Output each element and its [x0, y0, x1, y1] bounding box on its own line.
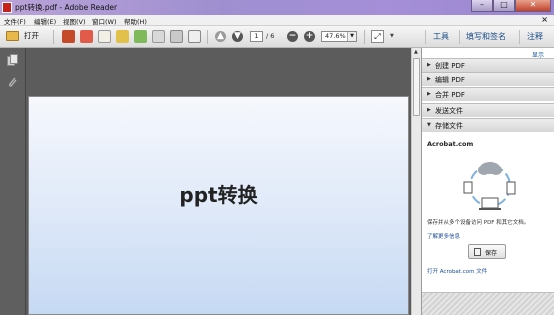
scroll-thumb[interactable]	[413, 58, 420, 116]
menu-help[interactable]: 帮助(H)	[124, 16, 147, 26]
close-button[interactable]: ✕	[515, 0, 551, 12]
document-close-icon[interactable]: ×	[541, 15, 548, 24]
upload-cloud-icon[interactable]	[134, 30, 147, 43]
pdf-page: ppt转换	[28, 96, 409, 315]
open-button[interactable]: 打开	[6, 30, 39, 41]
page-total: / 6	[266, 32, 275, 40]
navigation-pane	[0, 48, 26, 315]
chevron-right-icon: ▶	[427, 91, 431, 97]
folder-open-icon	[6, 30, 19, 41]
attachment-icon[interactable]	[7, 76, 18, 88]
edit-document-icon[interactable]	[98, 30, 111, 43]
menu-file[interactable]: 文件(F)	[4, 16, 26, 26]
section-label: 存储文件	[435, 122, 463, 130]
fit-page-icon[interactable]: ⤢	[371, 30, 384, 43]
window-controls: – □ ✕	[471, 0, 551, 13]
previous-page-icon[interactable]: ▲	[215, 31, 226, 42]
zoom-in-button[interactable]: +	[304, 31, 315, 42]
tools-panel: 显示 ▶ 创建 PDF ▶ 编辑 PDF ▶ 合并 PDF ▶ 发送文件 ▼ 存…	[421, 48, 554, 315]
scroll-up-icon[interactable]: ▲	[414, 49, 418, 55]
menu-edit[interactable]: 编辑(E)	[34, 16, 56, 26]
vertical-scrollbar[interactable]: ▲	[411, 48, 421, 315]
tab-comment[interactable]: 注释	[527, 31, 543, 42]
section-label: 发送文件	[435, 107, 463, 115]
tab-tools[interactable]: 工具	[433, 31, 449, 42]
section-label: 编辑 PDF	[435, 76, 465, 84]
create-pdf-icon[interactable]	[62, 30, 75, 43]
panel-section-edit-pdf[interactable]: ▶ 编辑 PDF	[422, 72, 554, 86]
store-files-description: 保存并从多个设备访问 PDF 和其它文档。	[427, 220, 530, 226]
zoom-select[interactable]: 47.6% ▼	[321, 31, 357, 42]
section-label: 创建 PDF	[435, 62, 465, 70]
next-page-icon[interactable]: ▼	[232, 31, 243, 42]
pages-icon[interactable]	[7, 54, 18, 66]
learn-more-link[interactable]: 了解更多信息	[427, 232, 460, 240]
panel-footer	[422, 292, 554, 315]
print-icon[interactable]	[170, 30, 183, 43]
view-options-chevron-icon[interactable]: ▼	[390, 33, 394, 39]
save-to-cloud-button[interactable]: 保存	[468, 244, 506, 259]
zoom-value: 47.6%	[325, 32, 346, 40]
menu-bar: 文件(F) 编辑(E) 视图(V) 窗口(W) 帮助(H) ×	[0, 15, 554, 26]
toolbar-divider	[53, 30, 54, 44]
chevron-down-icon[interactable]: ▼	[347, 32, 356, 41]
cloud-sync-icon	[463, 162, 516, 210]
slide-title: ppt转换	[179, 183, 258, 207]
store-files-content: Acrobat.com 保存并从多个设备访问 PDF 和其它文档。 了解更多信息…	[422, 132, 554, 275]
convert-pdf-icon[interactable]	[80, 30, 93, 43]
panel-section-combine-pdf[interactable]: ▶ 合并 PDF	[422, 87, 554, 101]
page-number-input[interactable]: 1	[250, 31, 263, 42]
minimize-button[interactable]: –	[471, 0, 493, 12]
open-acrobat-files-link[interactable]: 打开 Acrobat.com 文件	[427, 267, 487, 275]
panel-section-send-files[interactable]: ▶ 发送文件	[422, 103, 554, 117]
maximize-button[interactable]: □	[493, 0, 515, 12]
toolbar-divider	[459, 30, 460, 44]
save-icon[interactable]	[152, 30, 165, 43]
zoom-out-button[interactable]: −	[287, 31, 298, 42]
save-button-label: 保存	[485, 250, 498, 257]
chevron-down-icon: ▼	[427, 122, 431, 128]
combine-files-icon[interactable]	[116, 30, 129, 43]
panel-section-store-files[interactable]: ▼ 存储文件	[422, 118, 554, 132]
chevron-right-icon: ▶	[427, 76, 431, 82]
adobe-reader-icon	[2, 2, 12, 13]
acrobat-com-title: Acrobat.com	[427, 140, 474, 148]
toolbar-divider	[207, 30, 208, 44]
toolbar-divider	[364, 30, 365, 44]
panel-section-create-pdf[interactable]: ▶ 创建 PDF	[422, 58, 554, 72]
chevron-right-icon: ▶	[427, 62, 431, 68]
title-bar: ppt转换.pdf - Adobe Reader – □ ✕	[0, 0, 554, 15]
document-save-icon	[474, 248, 481, 256]
toolbar-divider	[519, 30, 520, 44]
chevron-right-icon: ▶	[427, 107, 431, 113]
toolbar: 打开 ▲ ▼ 1 / 6 − + 47.6% ▼ ⤢ ▼ 工具 填写和签名 注释	[0, 26, 554, 48]
email-icon[interactable]	[188, 30, 201, 43]
open-label: 打开	[24, 31, 39, 40]
menu-view[interactable]: 视图(V)	[63, 16, 86, 26]
menu-window[interactable]: 窗口(W)	[92, 16, 117, 26]
toolbar-divider	[425, 30, 426, 44]
tab-fill-sign[interactable]: 填写和签名	[466, 31, 506, 42]
window-title: ppt转换.pdf - Adobe Reader	[15, 3, 118, 12]
document-viewport[interactable]: ppt转换	[26, 48, 411, 315]
section-label: 合并 PDF	[435, 91, 465, 99]
